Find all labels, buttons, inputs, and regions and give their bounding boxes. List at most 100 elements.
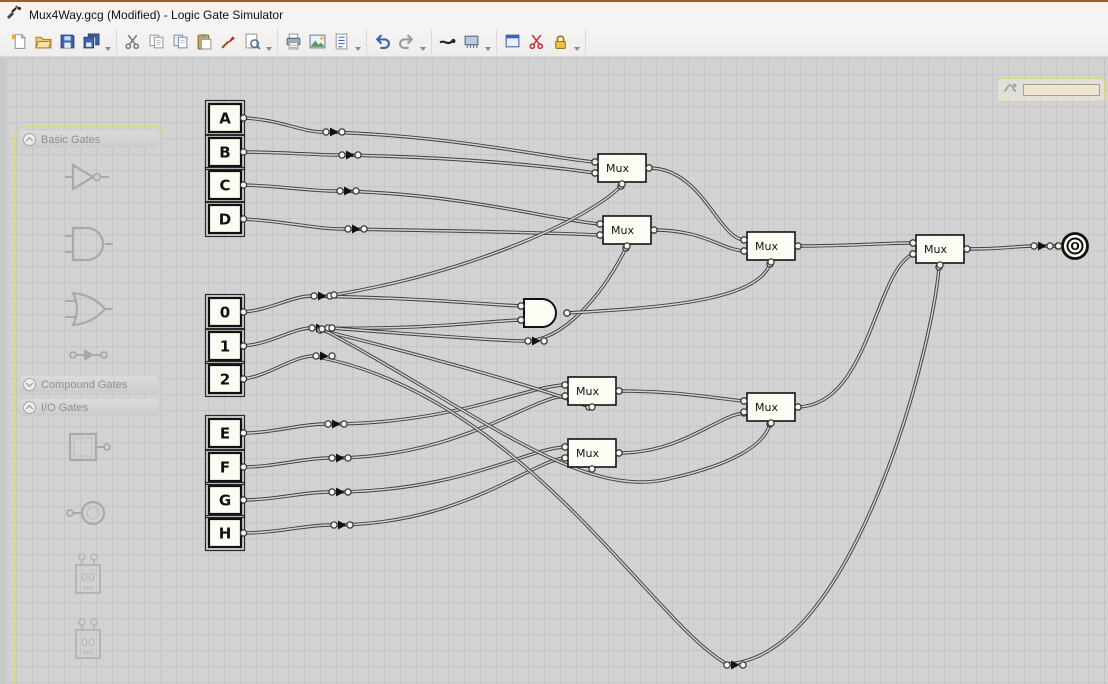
- palette-item-binary-display[interactable]: 00 BIN: [15, 617, 163, 665]
- mux-component-2[interactable]: Mux: [596, 215, 658, 250]
- connector-node[interactable]: [588, 403, 596, 411]
- undo-button[interactable]: [370, 30, 394, 54]
- connector-node[interactable]: [739, 661, 747, 669]
- connector-node[interactable]: [596, 231, 604, 239]
- open-button[interactable]: [31, 30, 55, 54]
- mux-component-5[interactable]: Mux: [561, 376, 623, 411]
- connector-node[interactable]: [618, 180, 626, 188]
- wire[interactable]: [241, 445, 567, 502]
- palette-item-or-gate[interactable]: [15, 287, 163, 331]
- connector-node[interactable]: [794, 403, 802, 411]
- connector-node[interactable]: [615, 387, 623, 395]
- connector-node[interactable]: [650, 226, 658, 234]
- connector-node[interactable]: [561, 454, 569, 462]
- copy-button[interactable]: [144, 30, 168, 54]
- input-component-2[interactable]: 2: [204, 360, 248, 398]
- connector-node[interactable]: [328, 352, 336, 360]
- input-component-F[interactable]: F: [204, 448, 248, 486]
- connector-node[interactable]: [338, 128, 346, 136]
- wire[interactable]: [241, 183, 602, 226]
- connector-node[interactable]: [540, 337, 548, 345]
- connector-node[interactable]: [1030, 242, 1038, 250]
- connector-node[interactable]: [1046, 242, 1054, 250]
- lock-button[interactable]: [548, 30, 572, 54]
- connector-node[interactable]: [239, 148, 248, 156]
- input-component-G[interactable]: G: [204, 481, 248, 519]
- connector-node[interactable]: [328, 454, 336, 462]
- wire[interactable]: [241, 383, 567, 435]
- connector-node[interactable]: [340, 420, 348, 428]
- connector-node[interactable]: [794, 242, 802, 250]
- connector-node[interactable]: [310, 292, 318, 300]
- connector-node[interactable]: [354, 151, 362, 159]
- input-component-B[interactable]: B: [204, 133, 248, 171]
- connector-node[interactable]: [239, 529, 248, 537]
- connector-node[interactable]: [344, 454, 352, 462]
- connector-node[interactable]: [615, 449, 623, 457]
- palette-item-binary-display[interactable]: 00 BIN: [15, 552, 163, 600]
- save-all-button[interactable]: [79, 30, 103, 54]
- connector-node[interactable]: [588, 465, 596, 473]
- new-file-button[interactable]: [7, 30, 31, 54]
- toolbar-overflow-arrow[interactable]: [105, 46, 111, 51]
- connector-node[interactable]: [338, 151, 346, 159]
- connector-node[interactable]: [740, 236, 748, 244]
- connector-node[interactable]: [239, 496, 248, 504]
- wire[interactable]: [241, 294, 523, 314]
- connector-node[interactable]: [322, 128, 330, 136]
- print-button[interactable]: [281, 30, 305, 54]
- connector-node[interactable]: [308, 324, 316, 332]
- section-collapse-button[interactable]: [23, 378, 36, 391]
- connector-node[interactable]: [239, 429, 248, 437]
- connector-node[interactable]: [239, 463, 248, 471]
- cut-button[interactable]: [120, 30, 144, 54]
- connector-node[interactable]: [336, 187, 344, 195]
- wire-tool-button[interactable]: [435, 30, 459, 54]
- input-component-A[interactable]: A: [204, 99, 248, 137]
- input-component-C[interactable]: C: [204, 166, 248, 204]
- paste-button[interactable]: [192, 30, 216, 54]
- connector-node[interactable]: [360, 225, 368, 233]
- connector-node[interactable]: [239, 114, 248, 122]
- toolbar-overflow-arrow[interactable]: [485, 46, 491, 51]
- connector-node[interactable]: [596, 220, 604, 228]
- wire[interactable]: [796, 241, 915, 248]
- connector-node[interactable]: [346, 521, 354, 529]
- section-collapse-button[interactable]: [23, 401, 36, 414]
- section-header-basic-gates[interactable]: Basic Gates: [20, 131, 158, 148]
- wire[interactable]: [320, 327, 772, 484]
- section-header-compound-gates[interactable]: Compound Gates: [20, 376, 158, 393]
- and-gate-component[interactable]: [517, 298, 571, 328]
- connector-node[interactable]: [936, 261, 944, 269]
- connector-node[interactable]: [239, 342, 248, 350]
- toolbar-overflow-arrow[interactable]: [574, 46, 580, 51]
- split-button[interactable]: [524, 30, 548, 54]
- input-component-E[interactable]: E: [204, 414, 248, 452]
- connector-node[interactable]: [330, 291, 338, 299]
- section-collapse-button[interactable]: [23, 133, 36, 146]
- connector-node[interactable]: [909, 239, 917, 247]
- mux-component-4[interactable]: Mux: [909, 234, 971, 269]
- wire[interactable]: [241, 116, 597, 164]
- palette-item-input-box[interactable]: [15, 430, 163, 466]
- connector-node[interactable]: [1054, 242, 1063, 250]
- export-image-button[interactable]: [305, 30, 329, 54]
- mux-component-7[interactable]: Mux: [740, 392, 802, 427]
- duplicate-button[interactable]: [168, 30, 192, 54]
- preview-button[interactable]: [240, 30, 264, 54]
- connector-node[interactable]: [563, 309, 571, 317]
- connector-node[interactable]: [623, 242, 631, 250]
- connector-node[interactable]: [312, 352, 320, 360]
- board-button[interactable]: [459, 30, 483, 54]
- connector-node[interactable]: [909, 250, 917, 258]
- connector-node[interactable]: [239, 375, 248, 383]
- connector-node[interactable]: [645, 164, 653, 172]
- save-button[interactable]: [55, 30, 79, 54]
- connector-node[interactable]: [344, 225, 352, 233]
- connector-node[interactable]: [239, 308, 248, 316]
- simulation-speed-slider[interactable]: [1023, 84, 1100, 96]
- window-button[interactable]: [500, 30, 524, 54]
- palette-item-buffer-gate[interactable]: [15, 157, 163, 197]
- connector-node[interactable]: [767, 258, 775, 266]
- input-component-H[interactable]: H: [204, 514, 248, 552]
